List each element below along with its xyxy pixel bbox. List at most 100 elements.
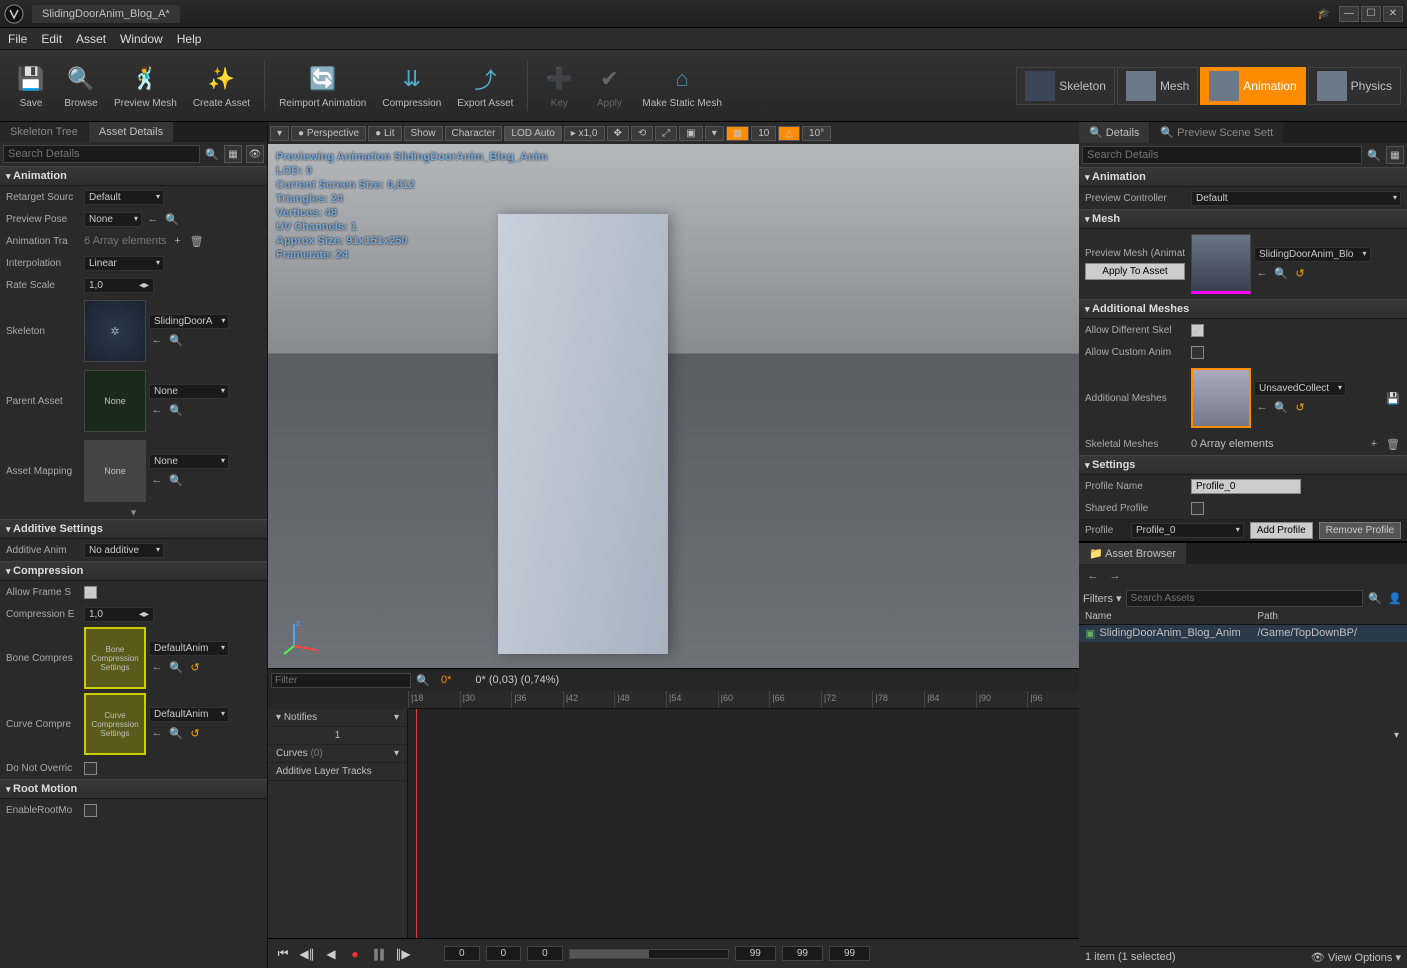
apply-button[interactable]: ✔Apply bbox=[584, 53, 634, 119]
asset-mapping-thumbnail[interactable]: None bbox=[84, 440, 146, 502]
search-small-icon[interactable]: 🔍 bbox=[1273, 265, 1289, 281]
close-button[interactable]: ✕ bbox=[1383, 6, 1403, 22]
search-icon[interactable]: 🔍 bbox=[415, 672, 431, 688]
frame-out[interactable]: 99 bbox=[735, 946, 776, 961]
reset-icon[interactable]: ↺ bbox=[187, 725, 203, 741]
search-small-icon[interactable]: 🔍 bbox=[168, 332, 184, 348]
skeleton-thumbnail[interactable]: ✲ bbox=[84, 300, 146, 362]
tab-preview-scene[interactable]: 🔍 Preview Scene Sett bbox=[1150, 122, 1284, 143]
back-arrow-icon[interactable]: ← bbox=[149, 332, 165, 348]
allow-diff-skel-checkbox[interactable]: ✓ bbox=[1191, 324, 1204, 337]
surface-snap-icon[interactable]: ▾ bbox=[705, 126, 724, 141]
mode-animation[interactable]: Animation bbox=[1200, 67, 1305, 105]
track-1[interactable]: 1▾ bbox=[268, 727, 407, 745]
search-icon[interactable]: 🔍 bbox=[1366, 147, 1382, 163]
section-r-mesh[interactable]: Mesh bbox=[1079, 209, 1407, 229]
frame-in[interactable]: 0 bbox=[486, 946, 522, 961]
maximize-button[interactable]: ☐ bbox=[1361, 6, 1381, 22]
minimize-button[interactable]: — bbox=[1339, 6, 1359, 22]
allow-frame-checkbox[interactable]: ✓ bbox=[84, 586, 97, 599]
additional-meshes-dropdown[interactable]: UnsavedCollect bbox=[1254, 381, 1346, 396]
show-button[interactable]: Show bbox=[404, 126, 443, 141]
grid-snap-value[interactable]: 10 bbox=[751, 126, 776, 141]
save-small-icon[interactable]: 💾 bbox=[1385, 390, 1401, 406]
tab-skeleton-tree[interactable]: Skeleton Tree bbox=[0, 122, 89, 142]
save-button[interactable]: 💾Save bbox=[6, 53, 56, 119]
allow-custom-anim-checkbox[interactable] bbox=[1191, 346, 1204, 359]
remove-profile-button[interactable]: Remove Profile bbox=[1319, 522, 1401, 539]
make-static-mesh-button[interactable]: ⌂Make Static Mesh bbox=[634, 53, 729, 119]
frame-total[interactable]: 99 bbox=[829, 946, 870, 961]
export-asset-button[interactable]: ⤴Export Asset bbox=[449, 53, 521, 119]
grid-icon[interactable]: ▦ bbox=[1386, 146, 1404, 164]
create-asset-button[interactable]: ✨Create Asset bbox=[185, 53, 258, 119]
search-small-icon[interactable]: 🔍 bbox=[168, 659, 184, 675]
menu-edit[interactable]: Edit bbox=[41, 32, 62, 46]
track-additive-layers[interactable]: Additive Layer Tracks bbox=[268, 763, 407, 781]
speed-button[interactable]: ▸ x1,0 bbox=[564, 126, 605, 141]
grid-snap-icon[interactable]: ▦ bbox=[726, 126, 749, 141]
enable-root-motion-checkbox[interactable] bbox=[84, 804, 97, 817]
do-not-override-checkbox[interactable] bbox=[84, 762, 97, 775]
parent-asset-thumbnail[interactable]: None bbox=[84, 370, 146, 432]
skeleton-dropdown[interactable]: SlidingDoorA bbox=[149, 314, 229, 329]
lit-button[interactable]: ● Lit bbox=[368, 126, 401, 141]
angle-snap-value[interactable]: 10° bbox=[802, 126, 831, 141]
step-back-button[interactable]: ◀∥ bbox=[298, 945, 316, 963]
reset-icon[interactable]: ↺ bbox=[1292, 399, 1308, 415]
section-animation[interactable]: Animation bbox=[0, 166, 267, 186]
plus-icon[interactable]: + bbox=[170, 233, 186, 249]
preview-controller-dropdown[interactable]: Default bbox=[1191, 191, 1401, 206]
search-details-right-input[interactable] bbox=[1082, 146, 1362, 164]
frame-start[interactable]: 0 bbox=[444, 946, 480, 961]
search-small-icon[interactable]: 🔍 bbox=[1273, 399, 1289, 415]
angle-snap-icon[interactable]: △ bbox=[778, 126, 800, 141]
trash-icon[interactable]: 🗑 bbox=[189, 233, 205, 249]
frame-current[interactable]: 0 bbox=[527, 946, 563, 961]
chevron-down-icon[interactable]: ▾ bbox=[394, 748, 399, 759]
search-small-icon[interactable]: 🔍 bbox=[164, 211, 180, 227]
preview-mesh-thumbnail[interactable] bbox=[1191, 234, 1251, 294]
step-forward-button[interactable]: ∥▶ bbox=[394, 945, 412, 963]
perspective-button[interactable]: ● Perspective bbox=[291, 126, 366, 141]
compression-e-input[interactable]: 1,0◂▸ bbox=[84, 607, 154, 622]
back-arrow-icon[interactable]: ← bbox=[1254, 399, 1270, 415]
pause-button[interactable]: ∥∥ bbox=[370, 945, 388, 963]
graduation-cap-icon[interactable]: 🎓 bbox=[1317, 7, 1331, 20]
menu-help[interactable]: Help bbox=[177, 32, 202, 46]
timeline-ruler[interactable]: |18 |30 |36 |42 |48 |54 |60 |66 |72 |78 … bbox=[408, 691, 1079, 709]
expand-chevron-icon[interactable]: ▾ bbox=[0, 506, 267, 519]
viewport[interactable]: Previewing Animation SlidingDoorAnim_Blo… bbox=[268, 144, 1079, 668]
rate-scale-input[interactable]: 1,0◂▸ bbox=[84, 278, 154, 293]
track-area[interactable] bbox=[408, 709, 1079, 938]
back-arrow-icon[interactable]: ← bbox=[1254, 265, 1270, 281]
curve-comp-dropdown[interactable]: DefaultAnim bbox=[149, 707, 229, 722]
chevron-down-icon[interactable]: ▾ bbox=[1394, 730, 1399, 741]
reimport-button[interactable]: 🔄Reimport Animation bbox=[271, 53, 374, 119]
nav-back-icon[interactable]: ← bbox=[1085, 568, 1101, 584]
search-assets-input[interactable] bbox=[1126, 590, 1363, 607]
frame-end[interactable]: 99 bbox=[782, 946, 823, 961]
plus-icon[interactable]: + bbox=[1366, 436, 1382, 452]
timeline-filter-input[interactable] bbox=[271, 673, 411, 688]
tab-asset-browser[interactable]: 📁 Asset Browser bbox=[1079, 543, 1187, 564]
nav-forward-icon[interactable]: → bbox=[1107, 568, 1123, 584]
section-additive[interactable]: Additive Settings bbox=[0, 519, 267, 539]
play-reverse-button[interactable]: ◀ bbox=[322, 945, 340, 963]
back-arrow-icon[interactable]: ← bbox=[145, 211, 161, 227]
add-profile-button[interactable]: Add Profile bbox=[1250, 522, 1313, 539]
browse-button[interactable]: 🔍Browse bbox=[56, 53, 106, 119]
profile-dropdown[interactable]: Profile_0 bbox=[1131, 523, 1244, 538]
eye-icon[interactable]: 👁 bbox=[246, 145, 264, 163]
reset-icon[interactable]: ↺ bbox=[187, 659, 203, 675]
view-options-button[interactable]: 👁 View Options ▾ bbox=[1311, 951, 1401, 964]
additive-anim-dropdown[interactable]: No additive bbox=[84, 543, 164, 558]
key-button[interactable]: ➕Key bbox=[534, 53, 584, 119]
user-icon[interactable]: 👤 bbox=[1387, 591, 1403, 607]
track-curves[interactable]: Curves (0)▾ bbox=[268, 745, 407, 763]
preview-mesh-dropdown[interactable]: SlidingDoorAnim_Blo bbox=[1254, 247, 1371, 262]
search-small-icon[interactable]: 🔍 bbox=[168, 472, 184, 488]
menu-asset[interactable]: Asset bbox=[76, 32, 106, 46]
grid-icon[interactable]: ▦ bbox=[224, 145, 242, 163]
character-button[interactable]: Character bbox=[445, 126, 503, 141]
